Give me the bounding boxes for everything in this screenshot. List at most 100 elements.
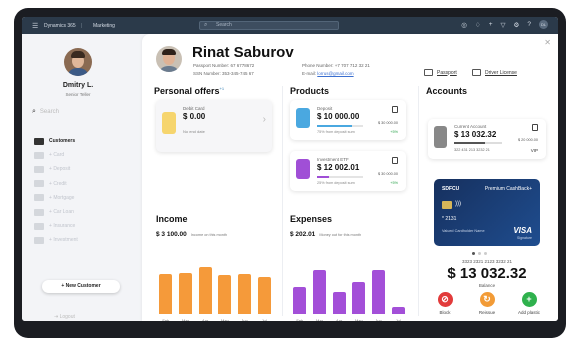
document-icon[interactable] xyxy=(392,106,398,113)
wallet-icon xyxy=(434,126,447,148)
product-pct: +5% xyxy=(390,130,398,134)
product-card-deposit[interactable]: Deposit $ 10 000.00 75% from deposit sum… xyxy=(290,100,406,140)
product-pct: +5% xyxy=(390,181,398,185)
bank-name: SDFCU xyxy=(442,186,460,192)
search-icon: ⌕ xyxy=(204,22,208,28)
search-placeholder: Search xyxy=(216,22,232,28)
sidebar-item-investment[interactable]: + Investment xyxy=(34,233,78,247)
sidebar-item-card[interactable]: + Card xyxy=(34,148,78,162)
sidebar-item-customers[interactable]: Customers xyxy=(34,134,78,148)
action-label: Reissue xyxy=(478,310,496,315)
sidebar-item-deposit[interactable]: + Deposit xyxy=(34,162,78,176)
new-customer-button[interactable]: + New Customer xyxy=(42,280,120,293)
account-amount: $ 13 032.32 xyxy=(454,130,497,139)
product-note: 25% from deposit sum xyxy=(317,181,355,185)
chevron-right-icon[interactable]: › xyxy=(263,114,266,125)
help-icon[interactable]: ? xyxy=(527,21,531,28)
action-label: Add plastic xyxy=(517,310,540,315)
expenses-title: Expenses xyxy=(290,214,333,224)
current-account-card[interactable]: Current Account $ 13 032.32 322 431 213 … xyxy=(428,119,546,159)
x-tick-label: May xyxy=(221,318,229,321)
car-icon xyxy=(34,208,44,216)
gear-icon[interactable]: ⚙ xyxy=(514,21,520,29)
mortgage-icon xyxy=(34,194,44,202)
sidebar-search-input[interactable]: ⌕ Search xyxy=(32,108,132,118)
filter-icon[interactable]: ▽ xyxy=(501,21,506,29)
document-icon[interactable] xyxy=(392,157,398,164)
people-icon xyxy=(34,137,44,145)
license-icon xyxy=(472,69,481,76)
income-chart: Feb Mar Apr May Jun Jul xyxy=(156,254,274,321)
product-amount: $ 10 000.00 xyxy=(317,112,360,121)
product-note: 75% from deposit sum xyxy=(317,130,355,134)
visa-logo: VISA xyxy=(513,226,532,235)
sidebar-item-label: Customers xyxy=(49,138,76,145)
app-screen: ☰ Dynamics 365 | Marketing ⌕ Search ◎ ♢ … xyxy=(22,17,558,321)
visa-sub: Signature xyxy=(517,236,532,240)
add-plastic-button[interactable]: + Add plastic xyxy=(514,292,544,315)
bank-card-type: Premium CashBack+ xyxy=(484,186,532,192)
bar-mar xyxy=(179,272,192,314)
product-progress xyxy=(317,125,363,127)
x-tick-label: Jul xyxy=(261,318,267,321)
x-tick-label: Feb xyxy=(162,318,170,321)
product-progress xyxy=(317,176,363,178)
product-target: $ 30 000.00 xyxy=(377,172,398,176)
debit-card-offer[interactable]: Debit Card $ 0.00 No end date › xyxy=(156,100,272,152)
trash-icon[interactable] xyxy=(532,124,538,131)
sidebar-item-label: + Credit xyxy=(49,180,67,187)
passport-doc-link[interactable]: Passport xyxy=(424,69,457,76)
sidebar-item-car-loan[interactable]: + Car Loan xyxy=(34,205,78,219)
investment-icon xyxy=(296,159,310,179)
bar-apr xyxy=(198,266,212,314)
topbar-separator: | xyxy=(80,22,82,29)
plus-icon[interactable]: + xyxy=(489,21,493,28)
bank-card[interactable]: SDFCU Premium CashBack+ ))) * 2131 Value… xyxy=(434,179,540,246)
x-tick-label: Jun xyxy=(241,318,248,321)
card-icon xyxy=(34,151,44,159)
sidebar-item-insurance[interactable]: + Insurance xyxy=(34,219,78,233)
reissue-button[interactable]: ↻ Reissue xyxy=(472,292,502,315)
ssn-number: SSN Number: 353-345-745 67 xyxy=(193,71,254,76)
product-card-investment[interactable]: Investment ETF $ 12 002.01 25% from depo… xyxy=(290,151,406,191)
block-icon: ⊘ xyxy=(437,292,453,307)
sidebar-item-label: + Card xyxy=(49,152,65,159)
sidebar-item-credit[interactable]: + Credit xyxy=(34,177,78,191)
account-tier: VIP xyxy=(530,148,538,153)
sidebar-item-label: + Car Loan xyxy=(49,209,74,216)
passport-icon xyxy=(424,69,433,76)
bar-may xyxy=(352,281,366,314)
account-progress xyxy=(454,142,502,144)
area-name[interactable]: Marketing xyxy=(93,23,115,29)
global-search-input[interactable]: ⌕ Search xyxy=(199,21,339,30)
product-target: $ 30 000.00 xyxy=(377,121,398,125)
license-doc-link[interactable]: Driver License xyxy=(472,69,517,76)
user-avatar[interactable] xyxy=(64,48,92,76)
bar-apr xyxy=(332,291,346,314)
sidebar-item-mortgage[interactable]: + Mortgage xyxy=(34,191,78,205)
bar-feb xyxy=(159,274,173,314)
bar-jul xyxy=(391,306,405,314)
close-icon[interactable]: ✕ xyxy=(544,38,551,47)
bar-mar xyxy=(313,270,326,314)
email-link[interactable]: lorrus@gmail.com xyxy=(317,71,353,76)
investment-icon xyxy=(34,236,44,244)
block-button[interactable]: ⊘ Block xyxy=(430,292,460,315)
logout-button[interactable]: ⇥ Logout xyxy=(54,314,75,320)
accounts-title: Accounts xyxy=(426,86,468,96)
bar-may xyxy=(218,275,232,314)
app-name[interactable]: Dynamics 365 xyxy=(44,23,76,29)
sidebar-item-label: + Deposit xyxy=(49,166,71,173)
app-launcher-icon[interactable]: ☰ xyxy=(32,22,38,30)
bank-card-digits: * 2131 xyxy=(442,216,457,222)
carousel-dots[interactable] xyxy=(472,252,487,255)
assistant-icon[interactable]: ◎ xyxy=(461,21,467,29)
bank-card-holder: Valued Cardholder Name xyxy=(442,229,485,233)
sidebar-search-placeholder: Search xyxy=(39,109,59,115)
sidebar-nav: Customers + Card + Deposit + Credit + Mo… xyxy=(34,134,78,248)
x-tick-label: Feb xyxy=(296,318,304,321)
user-avatar-icon[interactable]: DL xyxy=(539,20,548,29)
lightbulb-icon[interactable]: ♢ xyxy=(475,21,481,29)
income-subtitle: $ 3 100.00 Income on this month xyxy=(156,231,228,238)
products-title: Products xyxy=(290,86,330,96)
